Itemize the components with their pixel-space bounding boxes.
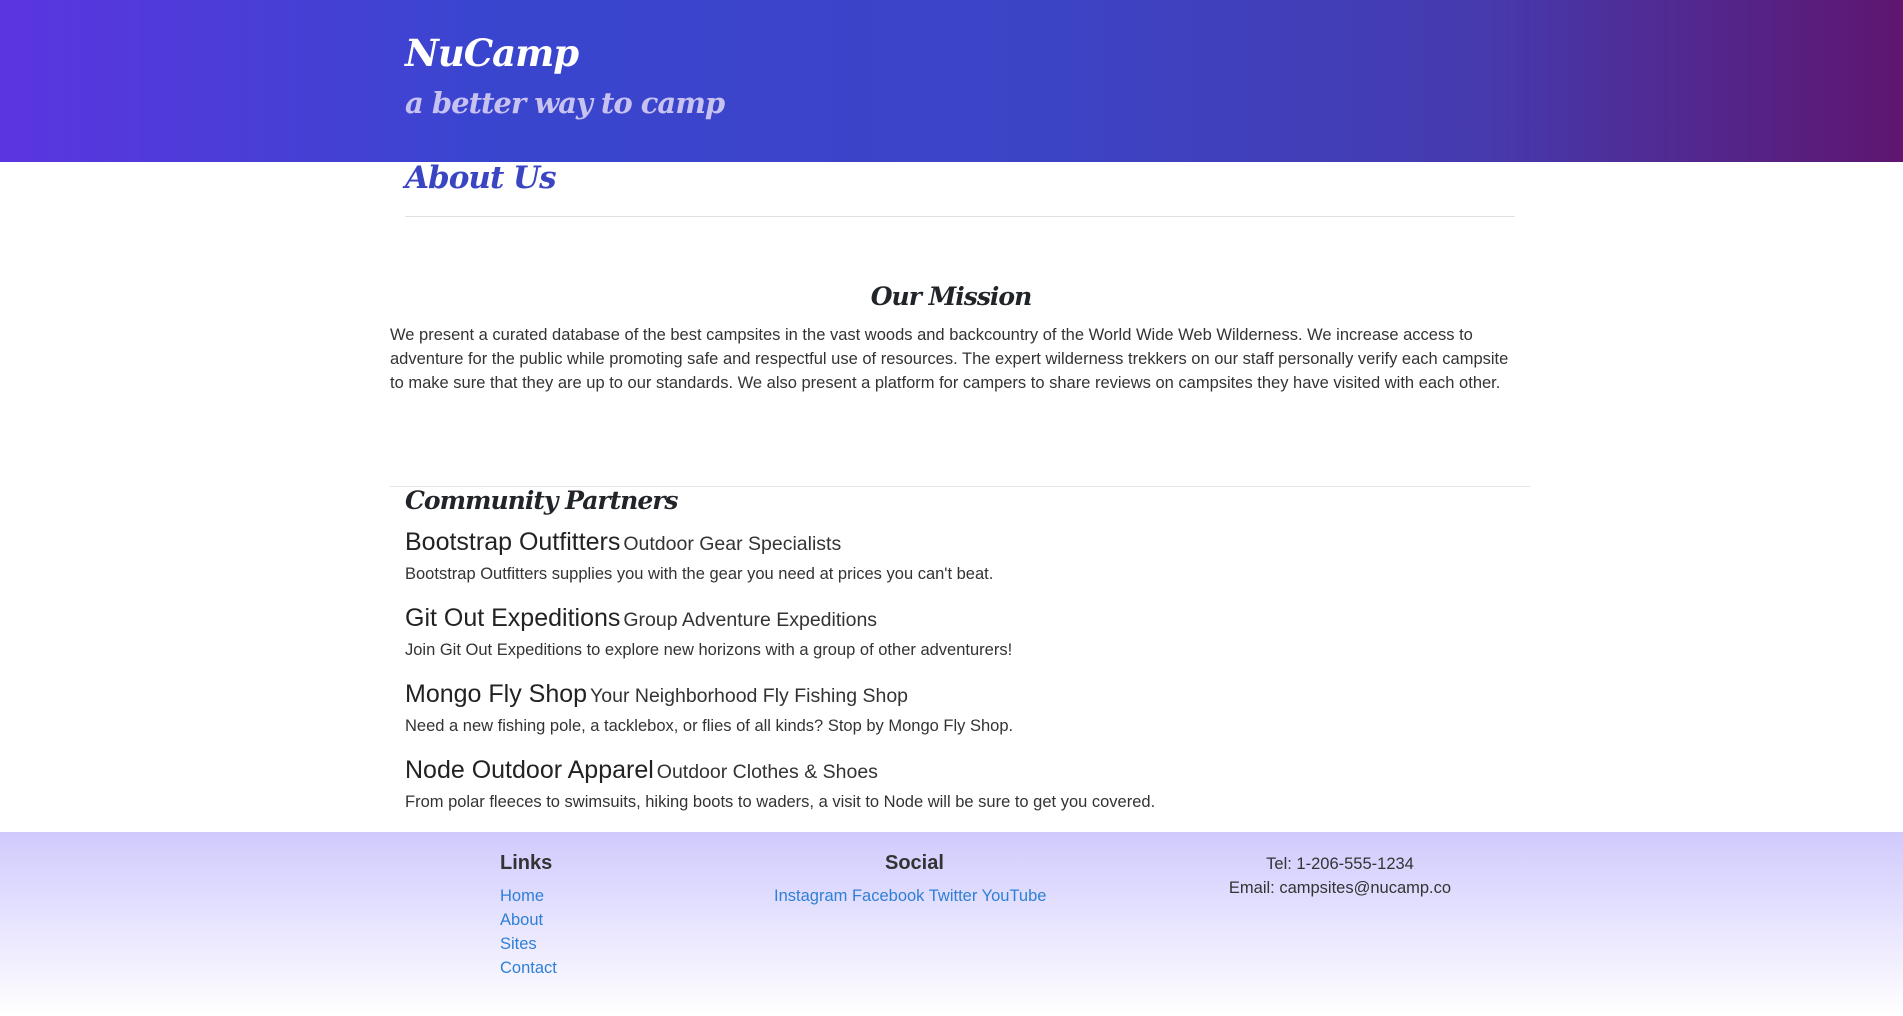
footer-link-home[interactable]: Home xyxy=(500,887,544,905)
footer-link-item: About xyxy=(500,908,557,932)
partner-item: Node Outdoor Apparel Outdoor Clothes & Sh… xyxy=(405,756,1505,812)
links-heading: Links xyxy=(500,852,553,874)
contact-phone: Tel: 1-206-555-1234 xyxy=(1266,855,1414,873)
twitter-link[interactable]: Twitter xyxy=(929,887,978,905)
footer-link-item: Contact xyxy=(500,956,557,980)
partner-specialty: Group Adventure Expeditions xyxy=(623,609,878,631)
title-divider xyxy=(405,216,1515,217)
site-footer: Links Home About Sites Contact Social In… xyxy=(0,832,1903,1016)
partner-item: Mongo Fly Shop Your Neighborhood Fly Fish… xyxy=(405,680,1505,736)
partner-description: Join Git Out Expeditions to explore new … xyxy=(405,641,1013,659)
footer-link-sites[interactable]: Sites xyxy=(500,935,537,953)
contact-info: Tel: 1-206-555-1234 Email: campsites@nuc… xyxy=(1175,852,1505,900)
partner-specialty: Outdoor Clothes & Shoes xyxy=(656,761,878,783)
social-links: Instagram Facebook Twitter YouTube xyxy=(774,884,1046,908)
facebook-link[interactable]: Facebook xyxy=(852,887,924,905)
partner-description: Bootstrap Outfitters supplies you with t… xyxy=(405,565,994,583)
brand-title: NuCamp xyxy=(405,31,579,75)
site-header: NuCamp a better way to camp xyxy=(0,0,1903,162)
youtube-link[interactable]: YouTube xyxy=(982,887,1047,905)
page-title: About Us xyxy=(405,160,557,196)
partner-name: Git Out Expeditions xyxy=(405,604,621,632)
partner-specialty: Outdoor Gear Specialists xyxy=(623,533,842,555)
partners-heading: Community Partners xyxy=(405,486,678,515)
mission-text: We present a curated database of the bes… xyxy=(390,326,1509,392)
partner-item: Git Out Expeditions Group Adventure Exped… xyxy=(405,604,1505,660)
footer-link-about[interactable]: About xyxy=(500,911,543,929)
partner-item: Bootstrap Outfitters Outdoor Gear Special… xyxy=(405,528,1505,584)
mission-heading: Our Mission xyxy=(870,282,1033,311)
partner-name: Bootstrap Outfitters xyxy=(405,528,621,556)
partner-name: Node Outdoor Apparel xyxy=(405,756,654,784)
footer-link-item: Sites xyxy=(500,932,557,956)
footer-link-contact[interactable]: Contact xyxy=(500,959,557,977)
partner-name: Mongo Fly Shop xyxy=(405,680,588,708)
footer-link-item: Home xyxy=(500,884,557,908)
partner-specialty: Your Neighborhood Fly Fishing Shop xyxy=(590,685,909,707)
partner-description: From polar fleeces to swimsuits, hiking … xyxy=(405,793,1156,811)
brand-tagline: a better way to camp xyxy=(405,86,725,120)
contact-email: Email: campsites@nucamp.co xyxy=(1228,879,1452,897)
instagram-link[interactable]: Instagram xyxy=(774,887,847,905)
social-heading: Social xyxy=(885,852,944,874)
footer-links-list: Home About Sites Contact xyxy=(500,884,557,980)
partner-description: Need a new fishing pole, a tacklebox, or… xyxy=(405,717,1014,735)
